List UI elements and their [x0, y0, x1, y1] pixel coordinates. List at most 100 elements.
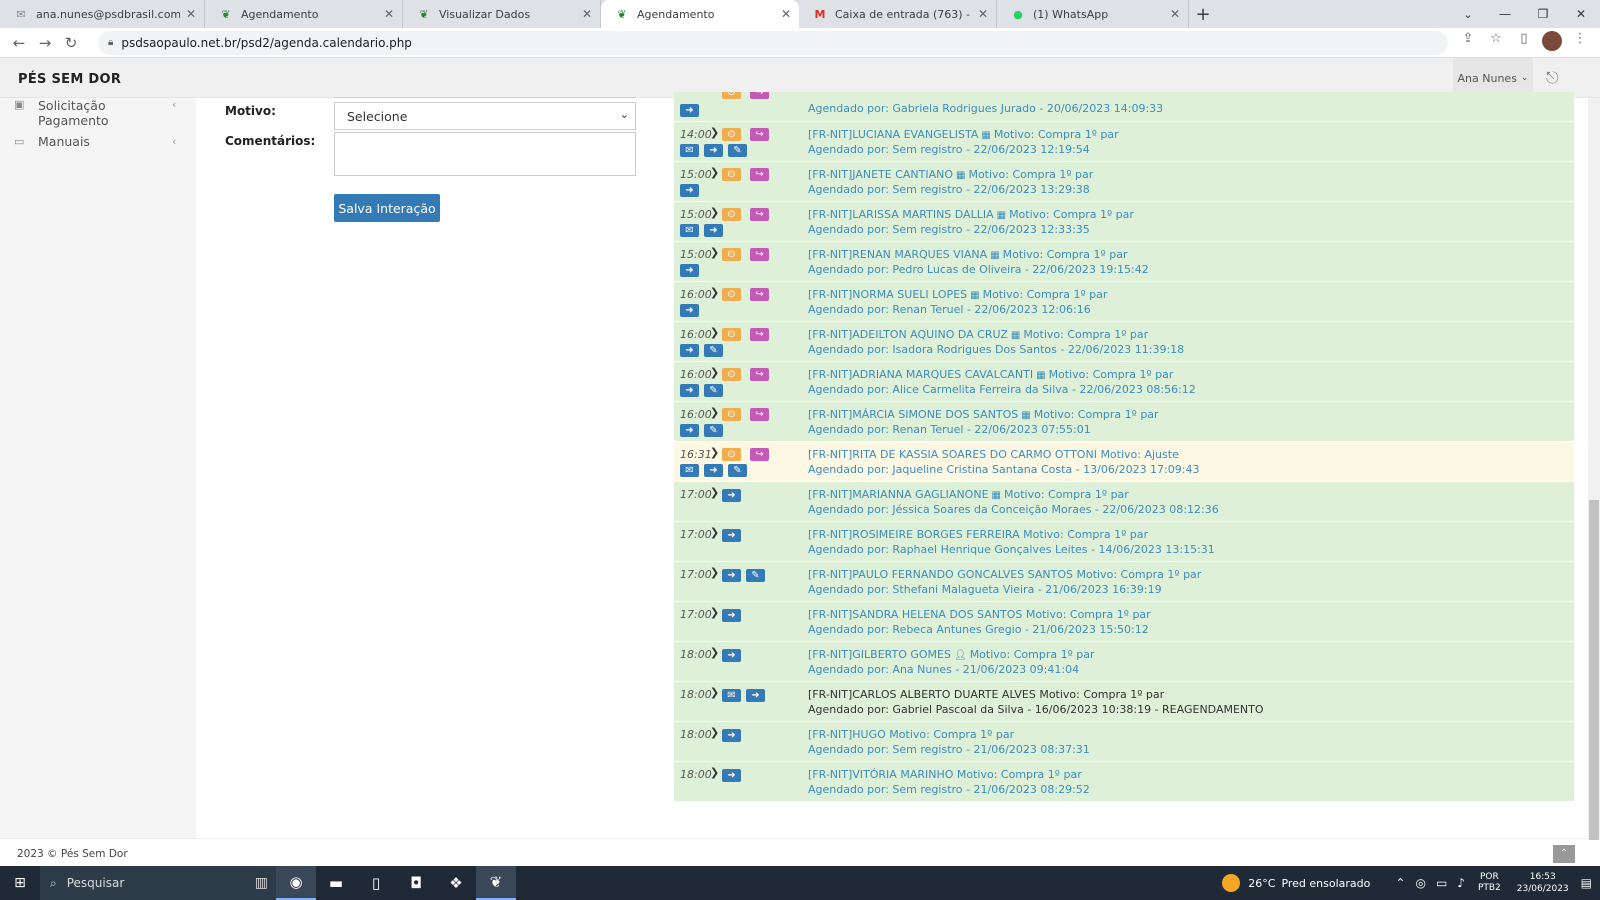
scroll-top-icon[interactable]: ⌃ [1553, 845, 1575, 863]
patient-name[interactable]: [FR-NIT]PAULO FERNANDO GONCALVES SANTOS [808, 568, 1073, 581]
scrollbar-thumb[interactable] [1589, 500, 1599, 840]
app-leaf-icon[interactable]: ❦ [476, 866, 516, 900]
minimize-icon[interactable]: — [1486, 0, 1524, 28]
arrow-right-icon[interactable]: ➜ [704, 464, 723, 477]
arrow-right-icon[interactable]: ➜ [680, 424, 699, 437]
close-tab-icon[interactable]: ✕ [1170, 7, 1180, 21]
patient-name[interactable]: [FR-NIT]RENAN MARQUES VIANA [808, 248, 987, 261]
arrow-right-icon[interactable]: ➜ [746, 689, 765, 702]
agenda-row-patient[interactable]: [FR-NIT]PAULO FERNANDO GONCALVES SANTOS … [808, 568, 1201, 581]
chevron-right-icon[interactable]: ❯ [710, 286, 719, 299]
arrow-right-icon[interactable]: ➜ [680, 344, 699, 357]
notepad-icon[interactable]: ▯ [356, 866, 396, 900]
patient-name[interactable]: [FR-NIT]ADEILTON AQUINO DA CRUZ [808, 328, 1008, 341]
weather-widget[interactable]: 26°C Pred ensolarado [1222, 874, 1370, 892]
edit-icon[interactable]: ✎ [728, 464, 747, 477]
edit-icon[interactable]: ✎ [704, 384, 723, 397]
browser-tab-whatsapp[interactable]: ● (1) WhatsApp ✕ [997, 0, 1189, 28]
arrow-right-icon[interactable]: ➜ [680, 384, 699, 397]
mail-icon[interactable]: ✉ [680, 224, 699, 237]
chevron-right-icon[interactable]: ❯ [710, 206, 719, 219]
chevron-up-icon[interactable]: ⌃ [1395, 876, 1405, 890]
file-explorer-icon[interactable]: ▬ [316, 866, 356, 900]
arrow-right-icon[interactable]: ➜ [680, 304, 699, 317]
close-tab-icon[interactable]: ✕ [582, 7, 592, 21]
agenda-row-patient[interactable]: [FR-NIT]HUGO Motivo: Compra 1º par [808, 728, 1014, 741]
money-icon[interactable]: ⊙ [722, 448, 741, 461]
network-icon[interactable]: ▭ [1436, 876, 1447, 890]
language-indicator[interactable]: POR PTB2 [1478, 872, 1501, 894]
logout-icon[interactable]: ⎋ [1546, 68, 1559, 88]
volume-icon[interactable]: ♪ [1457, 876, 1465, 890]
agenda-row-patient[interactable]: [FR-NIT]CARLOS ALBERTO DUARTE ALVES Moti… [808, 688, 1164, 701]
chevron-right-icon[interactable]: ❯ [710, 166, 719, 179]
money-icon[interactable]: ⊙ [722, 408, 741, 421]
chevron-right-icon[interactable]: ❯ [710, 126, 719, 139]
agenda-row-patient[interactable]: [FR-NIT]ROSIMEIRE BORGES FERREIRA Motivo… [808, 528, 1148, 541]
edit-icon[interactable]: ✎ [728, 144, 747, 157]
agenda-row-patient[interactable]: [FR-NIT]VITÓRIA MARINHO Motivo: Compra 1… [808, 768, 1082, 781]
sidebar-item-manuais[interactable]: ▭ Manuais ‹ [0, 124, 196, 158]
chevron-right-icon[interactable]: ❯ [710, 486, 719, 499]
agenda-row-patient[interactable]: [FR-NIT]ADRIANA MARQUES CAVALCANTI ▦ Motiv… [808, 368, 1173, 381]
chevron-right-icon[interactable]: ❯ [710, 686, 719, 699]
redo-icon[interactable]: ↪ [750, 208, 769, 221]
mail-icon[interactable]: ✉ [680, 144, 699, 157]
money-icon[interactable]: ⊙ [722, 368, 741, 381]
agenda-row-patient[interactable]: [FR-NIT]LARISSA MARTINS DALLIA ▦ Motivo: C… [808, 208, 1134, 221]
close-window-icon[interactable]: ✕ [1562, 0, 1600, 28]
patient-name[interactable]: [FR-NIT]VITÓRIA MARINHO [808, 768, 953, 781]
patient-name[interactable]: [FR-NIT]JANETE CANTIANO [808, 168, 953, 181]
chevron-right-icon[interactable]: ❯ [710, 446, 719, 459]
patient-name[interactable]: [FR-NIT]GILBERTO GOMES [808, 648, 951, 661]
arrow-right-icon[interactable]: ➜ [722, 529, 741, 542]
browser-tab-agendamento-1[interactable]: ❦ Agendamento ✕ [205, 0, 403, 28]
side-panel-icon[interactable]: ▯ [1510, 31, 1538, 55]
agenda-row-patient[interactable]: [FR-NIT]RENAN MARQUES VIANA ▦ Motivo: Comp… [808, 248, 1127, 261]
arrow-right-icon[interactable]: ➜ [680, 264, 699, 277]
profile-avatar[interactable] [1538, 30, 1566, 55]
patient-name[interactable]: [FR-NIT]ROSIMEIRE BORGES FERREIRA [808, 528, 1020, 541]
money-icon[interactable]: ⊙ [722, 328, 741, 341]
comentarios-textarea[interactable] [334, 132, 636, 176]
close-tab-icon[interactable]: ✕ [978, 7, 988, 21]
save-interaction-button[interactable]: Salva Interação [334, 194, 440, 222]
edit-icon[interactable]: ✎ [704, 344, 723, 357]
arrow-right-icon[interactable]: ➜ [722, 649, 741, 662]
redo-icon[interactable]: ↪ [750, 168, 769, 181]
chevron-right-icon[interactable]: ❯ [710, 526, 719, 539]
money-icon[interactable]: ⊙ [722, 288, 741, 301]
browser-tab-visualizar[interactable]: ❦ Visualizar Dados ✕ [403, 0, 601, 28]
patient-name[interactable]: [FR-NIT]RITA DE KASSIA SOARES DO CARMO O… [808, 448, 1097, 461]
chevron-right-icon[interactable]: ❯ [710, 566, 719, 579]
arrow-right-icon[interactable]: ➜ [704, 144, 723, 157]
money-icon[interactable]: ⊙ [722, 128, 741, 141]
patient-name[interactable]: [FR-NIT]LUCIANA EVANGELISTA [808, 128, 978, 141]
patient-name[interactable]: [FR-NIT]MARIANNA GAGLIANONE [808, 488, 989, 501]
agenda-row-patient[interactable]: [FR-NIT]LUCIANA EVANGELISTA ▦ Motivo: Comp… [808, 128, 1119, 141]
reload-icon[interactable]: ↻ [58, 34, 84, 52]
browser-tab-agendamento-active[interactable]: ❦ Agendamento ✕ [601, 0, 799, 28]
chevron-right-icon[interactable]: ❯ [710, 766, 719, 779]
agenda-row-patient[interactable]: [FR-NIT]MARIANNA GAGLIANONE ▦ Motivo: Comp… [808, 488, 1129, 501]
redo-icon[interactable]: ↪ [750, 368, 769, 381]
app-globe-icon[interactable]: ❖ [436, 866, 476, 900]
edit-icon[interactable]: ✎ [704, 424, 723, 437]
redo-icon[interactable]: ↪ [750, 448, 769, 461]
patient-name[interactable]: [FR-NIT]MÁRCIA SIMONE DOS SANTOS [808, 408, 1018, 421]
share-icon[interactable]: ⇪ [1454, 31, 1482, 55]
taskbar-search[interactable]: ⌕ Pesquisar ▥ [40, 866, 276, 900]
windows-start-icon[interactable]: ⊞ [0, 875, 40, 891]
redo-icon[interactable]: ↪ [750, 128, 769, 141]
patient-name[interactable]: [FR-NIT]CARLOS ALBERTO DUARTE ALVES [808, 688, 1036, 701]
agenda-row-patient[interactable]: [FR-NIT]JANETE CANTIANO ▦ Motivo: Compra 1… [808, 168, 1093, 181]
meet-icon[interactable]: ◎ [1415, 876, 1425, 890]
chevron-right-icon[interactable]: ❯ [710, 606, 719, 619]
brand-logo[interactable]: PÉS SEM DOR [18, 72, 121, 87]
arrow-right-icon[interactable]: ➜ [680, 184, 699, 197]
close-tab-icon[interactable]: ✕ [781, 7, 791, 21]
close-tab-icon[interactable]: ✕ [384, 7, 394, 21]
menu-icon[interactable]: ⋮ [1566, 31, 1594, 55]
patient-name[interactable]: [FR-NIT]LARISSA MARTINS DALLIA [808, 208, 994, 221]
redo-icon[interactable]: ↪ [750, 92, 769, 99]
